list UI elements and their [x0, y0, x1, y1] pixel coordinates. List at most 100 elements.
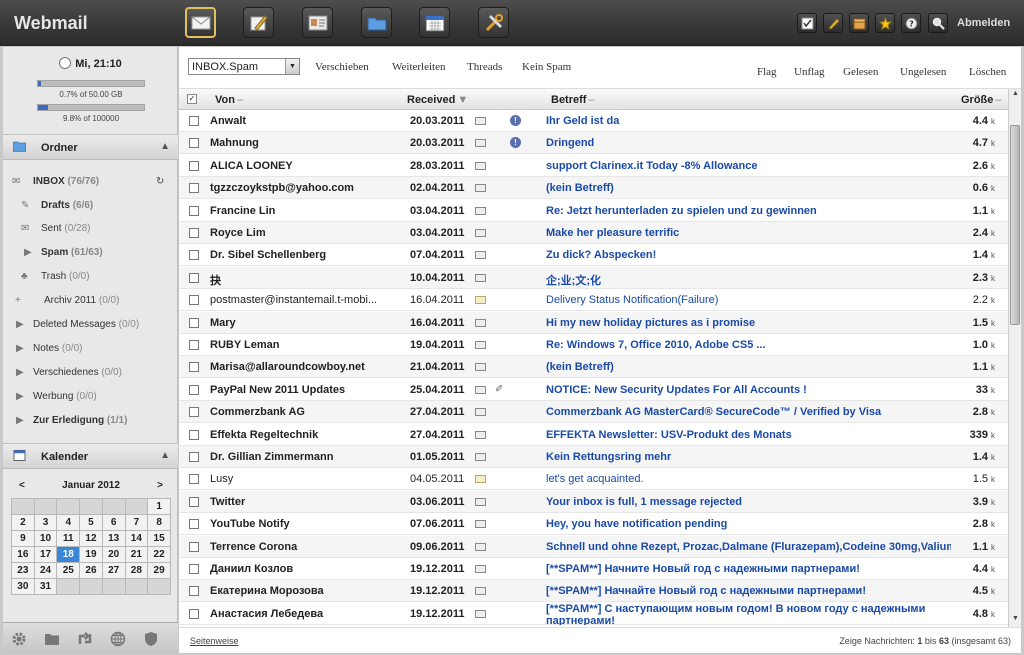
mark-read-button[interactable]: Gelesen [843, 66, 878, 78]
folder-item[interactable]: ✎ Drafts (6/6) [3, 195, 178, 217]
message-checkbox[interactable] [189, 541, 199, 552]
message-row[interactable]: PayPal New 2011 Updates 25.04.2011 ✐ NOTICE… [179, 379, 1008, 401]
prev-month-button[interactable]: < [19, 480, 25, 491]
message-row[interactable]: Royce Lim 03.04.2011 Make her pleasure ter… [179, 222, 1008, 244]
calendar-day[interactable]: 19 [79, 546, 103, 563]
shield-icon[interactable] [143, 631, 159, 647]
calendar-day[interactable]: 10 [33, 530, 58, 547]
select-all-checkbox[interactable]: ✓ [187, 94, 197, 104]
message-row[interactable]: Terrence Corona 09.06.2011 Schnell und ohn… [179, 535, 1008, 558]
message-checkbox[interactable] [189, 183, 199, 194]
folder-select[interactable]: INBOX.Spam ▼ [188, 58, 300, 75]
message-row[interactable]: Lusy 04.05.2011 let's get acquainted. 1.5 k [179, 468, 1008, 491]
message-checkbox[interactable] [189, 407, 199, 418]
scroll-thumb[interactable] [1010, 125, 1020, 325]
message-checkbox[interactable] [189, 138, 199, 149]
calendar-day[interactable]: 26 [79, 562, 103, 579]
settings-button[interactable] [478, 7, 509, 38]
refresh-icon[interactable] [77, 631, 93, 647]
scrollbar[interactable]: ▲ ▼ [1008, 89, 1021, 627]
message-row[interactable]: 抉 10.04.2011 企;业;文;化 2.3 k [179, 266, 1008, 289]
expand-icon[interactable]: + [15, 295, 21, 306]
message-checkbox[interactable] [189, 362, 199, 373]
calendar-day[interactable]: 12 [79, 530, 103, 547]
forward-button[interactable]: Weiterleiten [392, 61, 445, 73]
collapse-icon[interactable]: ▲ [160, 450, 170, 461]
folder-item[interactable]: ▶ Werbung (0/0) [3, 386, 178, 408]
collapse-icon[interactable]: ▲ [160, 141, 170, 152]
folder-item[interactable]: ▶ Spam (61/63) [3, 242, 178, 264]
message-row[interactable]: postmaster@instantemail.t-mobi... 16.04.2… [179, 289, 1008, 312]
message-checkbox[interactable] [189, 608, 199, 619]
message-checkbox[interactable] [189, 586, 199, 597]
column-subject[interactable]: Betreff – [551, 94, 595, 106]
calendar-day[interactable]: 23 [11, 562, 35, 579]
message-checkbox[interactable] [189, 205, 199, 216]
scroll-down-icon[interactable]: ▼ [1010, 615, 1021, 626]
message-checkbox[interactable] [189, 452, 199, 462]
message-row[interactable]: Commerzbank AG 27.04.2011 Commerzbank AG M… [179, 401, 1008, 424]
refresh-icon[interactable]: ↻ [156, 176, 164, 187]
message-row[interactable]: ALICA LOONEY 28.03.2011 support Clarinex.i… [179, 155, 1008, 177]
compose-button[interactable] [243, 7, 274, 38]
folder-item[interactable]: ♣ Trash (0/0) [3, 266, 178, 288]
calendar-day[interactable]: 8 [147, 514, 171, 531]
calendar-day[interactable]: 17 [33, 546, 58, 563]
message-checkbox[interactable] [189, 340, 199, 350]
mail-button[interactable] [185, 7, 216, 38]
calendar-day[interactable]: 11 [56, 530, 81, 547]
calendar-button[interactable] [419, 7, 450, 38]
calendar-day[interactable]: 14 [124, 530, 149, 547]
message-row[interactable]: Mahnung 20.03.2011! Dringend 4.7 k [179, 132, 1008, 155]
calendar-today[interactable]: 18 [56, 546, 81, 563]
message-checkbox[interactable] [189, 519, 199, 530]
message-checkbox[interactable] [189, 564, 199, 574]
message-row[interactable]: Екатерина Морозова 19.12.2011 [**SPAM**] Н… [179, 580, 1008, 603]
folder-item[interactable]: ✉ INBOX (76/76) ↻ [3, 171, 178, 193]
calendar-day[interactable]: 9 [11, 530, 35, 547]
folder-icon[interactable] [44, 631, 60, 647]
threads-button[interactable]: Threads [467, 61, 502, 73]
calendar-day[interactable]: 3 [33, 514, 58, 531]
calendar-day[interactable]: 21 [124, 546, 149, 563]
folder-item[interactable]: ▶ Zur Erledigung (1/1) [3, 410, 178, 432]
next-month-button[interactable]: > [157, 480, 163, 491]
gear-icon[interactable] [11, 631, 27, 647]
paging-link[interactable]: Seitenweise [190, 636, 239, 646]
calendar-day[interactable]: 15 [147, 530, 171, 547]
calendar-day[interactable]: 27 [101, 562, 126, 579]
calendar-day[interactable]: 5 [79, 514, 103, 531]
mark-unread-button[interactable]: Ungelesen [900, 66, 946, 78]
message-checkbox[interactable] [189, 317, 199, 328]
message-checkbox[interactable] [189, 384, 199, 395]
calendar-day[interactable]: 7 [124, 514, 149, 531]
message-checkbox[interactable] [189, 496, 199, 507]
calendar-day[interactable]: 1 [147, 498, 171, 515]
logout-link[interactable]: Abmelden [957, 17, 1010, 29]
move-button[interactable]: Verschieben [315, 61, 369, 73]
message-checkbox[interactable] [189, 295, 199, 306]
column-received[interactable]: Received ▼ [407, 94, 468, 106]
folder-item[interactable]: + Archiv 2011 (0/0) [3, 290, 178, 312]
scroll-up-icon[interactable]: ▲ [1010, 90, 1021, 101]
calendar-day[interactable]: 13 [101, 530, 126, 547]
globe-icon[interactable] [110, 631, 126, 647]
calendar-day[interactable]: 2 [11, 514, 35, 531]
calendar-section-header[interactable]: Kalender ▲ [3, 443, 178, 469]
tasks-button[interactable] [797, 13, 817, 33]
archive-button[interactable] [849, 13, 869, 33]
message-row[interactable]: Marisa@allaroundcowboy.net 21.04.2011 (kei… [179, 356, 1008, 379]
not-spam-button[interactable]: Kein Spam [522, 61, 571, 73]
addressbook-button[interactable] [302, 7, 333, 38]
calendar-day[interactable]: 22 [147, 546, 171, 563]
folder-item[interactable]: ▶ Deleted Messages (0/0) [3, 314, 178, 336]
message-row[interactable]: tgzzczoykstpb@yahoo.com 02.04.2011 (kein B… [179, 177, 1008, 200]
calendar-day[interactable]: 24 [33, 562, 58, 579]
message-checkbox[interactable] [189, 250, 199, 261]
message-row[interactable]: Anwalt 20.03.2011! Ihr Geld ist da 4.4 k [179, 110, 1008, 132]
message-row[interactable]: RUBY Leman 19.04.2011 Re: Windows 7, Offic… [179, 334, 1008, 356]
calendar-day[interactable]: 16 [11, 546, 35, 563]
message-row[interactable]: Анастасия Лебедева 19.12.2011 [**SPAM**] С… [179, 603, 1008, 625]
message-checkbox[interactable] [189, 429, 199, 440]
help-button[interactable]: ? [901, 13, 921, 33]
